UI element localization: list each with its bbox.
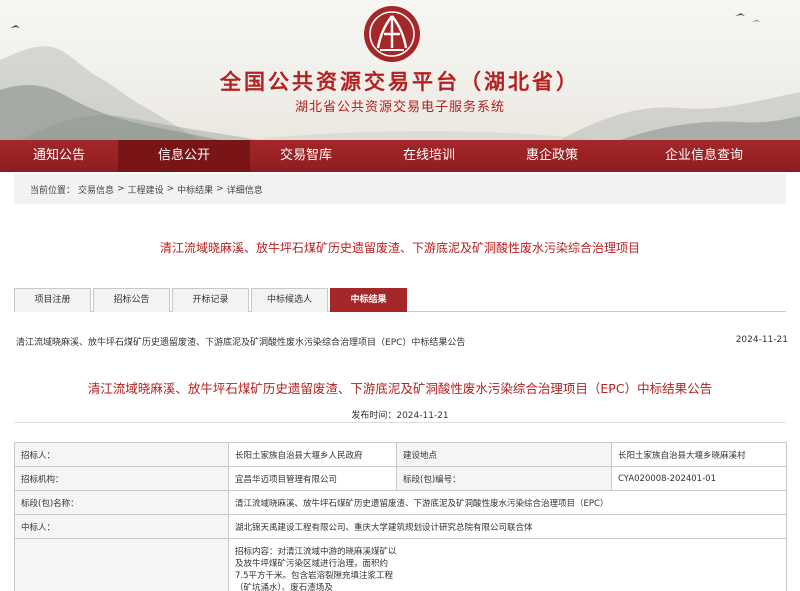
table-row: 中标人： 湖北锦天禹建设工程有限公司、重庆大学建筑规划设计研究总院有限公司联合体 xyxy=(15,515,787,539)
publish-time-label: 发布时间： xyxy=(351,411,396,421)
announcement-title: 清江流域晓麻溪、放牛坪石煤矿历史遗留废渣、下游底泥及矿洞酸性废水污染综合治理项目… xyxy=(0,378,800,397)
tab-tender-notice[interactable]: 招标公告 xyxy=(93,288,170,312)
scope-cell: 招标内容：对清江流域中游的晓麻溪煤矿以及放牛坪煤矿污染区域进行治理，面积约7.5… xyxy=(229,539,787,591)
platform-logo xyxy=(362,4,422,64)
nav-item-business-policy[interactable]: 惠企政策 xyxy=(496,140,608,172)
location-label: 建设地点 xyxy=(397,443,612,467)
agency-value: 宜昌华迈项目管理有限公司 xyxy=(229,467,397,491)
tab-award-result[interactable]: 中标结果 xyxy=(330,288,407,312)
nav-item-info-disclosure[interactable]: 信息公开 xyxy=(118,140,250,172)
winner-value: 湖北锦天禹建设工程有限公司、重庆大学建筑规划设计研究总院有限公司联合体 xyxy=(229,515,787,539)
notice-date: 2024-11-21 xyxy=(736,335,788,348)
breadcrumb-separator: > xyxy=(167,184,175,194)
tab-project-registration[interactable]: 项目注册 xyxy=(14,288,91,312)
publish-time: 发布时间：2024-11-21 xyxy=(0,408,800,421)
site-subtitle: 湖北省公共资源交易电子服务系统 xyxy=(0,96,800,115)
nav-item-notices[interactable]: 通知公告 xyxy=(0,140,118,172)
table-row: 招标机构： 宜昌华迈项目管理有限公司 标段(包)编号： CYA020008-20… xyxy=(15,467,787,491)
nav-item-company-query[interactable]: 企业信息查询 xyxy=(608,140,800,172)
nav-item-trade-think-tank[interactable]: 交易智库 xyxy=(250,140,362,172)
breadcrumb-prefix: 当前位置： xyxy=(30,183,75,196)
notice-list-item[interactable]: 清江流域晓麻溪、放牛坪石煤矿历史遗留废渣、下游底泥及矿洞酸性废水污染综合治理项目… xyxy=(16,335,788,348)
tenderer-label: 招标人： xyxy=(15,443,229,467)
breadcrumb-separator: > xyxy=(216,184,224,194)
breadcrumb-item-detail: 详细信息 xyxy=(227,183,263,196)
scope-text: 招标内容：对清江流域中游的晓麻溪煤矿以及放牛坪煤矿污染区域进行治理，面积约7.5… xyxy=(235,546,397,591)
breadcrumb-item-engineering[interactable]: 工程建设 xyxy=(128,183,164,196)
breadcrumb: 当前位置： 交易信息 > 工程建设 > 中标结果 > 详细信息 xyxy=(14,174,786,204)
table-row: 标段(包)名称： 清江流域晓麻溪、放牛坪石煤矿历史遗留废渣、下游底泥及矿洞酸性废… xyxy=(15,491,787,515)
breadcrumb-item-award-result[interactable]: 中标结果 xyxy=(177,183,213,196)
table-row: 招标内容：对清江流域中游的晓麻溪煤矿以及放牛坪煤矿污染区域进行治理，面积约7.5… xyxy=(15,539,787,591)
winner-label: 中标人： xyxy=(15,515,229,539)
tenderer-value: 长阳土家族自治县大堰乡人民政府 xyxy=(229,443,397,467)
table-row: 招标人： 长阳土家族自治县大堰乡人民政府 建设地点 长阳土家族自治县大堰乡晓麻溪… xyxy=(15,443,787,467)
site-header: 全国公共资源交易平台（湖北省） 湖北省公共资源交易电子服务系统 xyxy=(0,0,800,140)
publish-time-value: 2024-11-21 xyxy=(396,411,448,421)
notice-title[interactable]: 清江流域晓麻溪、放牛坪石煤矿历史遗留废渣、下游底泥及矿洞酸性废水污染综合治理项目… xyxy=(16,335,465,348)
nav-item-online-training[interactable]: 在线培训 xyxy=(362,140,496,172)
project-tabs: 项目注册 招标公告 开标记录 中标候选人 中标结果 xyxy=(14,288,786,312)
section-no-value: CYA020008-202401-01 xyxy=(612,467,787,491)
section-name-value: 清江流域晓麻溪、放牛坪石煤矿历史遗留废渣、下游底泥及矿洞酸性废水污染综合治理项目… xyxy=(229,491,787,515)
agency-label: 招标机构： xyxy=(15,467,229,491)
tab-bid-opening[interactable]: 开标记录 xyxy=(172,288,249,312)
divider xyxy=(14,422,786,423)
award-info-table: 招标人： 长阳土家族自治县大堰乡人民政府 建设地点 长阳土家族自治县大堰乡晓麻溪… xyxy=(14,442,787,591)
location-value: 长阳土家族自治县大堰乡晓麻溪村 xyxy=(612,443,787,467)
scope-label-cell xyxy=(15,539,229,591)
breadcrumb-item-trade-info[interactable]: 交易信息 xyxy=(78,183,114,196)
main-nav: 通知公告 信息公开 交易智库 在线培训 惠企政策 企业信息查询 xyxy=(0,140,800,172)
section-name-label: 标段(包)名称： xyxy=(15,491,229,515)
breadcrumb-separator: > xyxy=(117,184,125,194)
site-title: 全国公共资源交易平台（湖北省） xyxy=(0,66,800,96)
project-title: 清江流域晓麻溪、放牛坪石煤矿历史遗留废渣、下游底泥及矿洞酸性废水污染综合治理项目 xyxy=(0,239,800,256)
section-no-label: 标段(包)编号： xyxy=(397,467,612,491)
tab-winning-candidates[interactable]: 中标候选人 xyxy=(251,288,328,312)
